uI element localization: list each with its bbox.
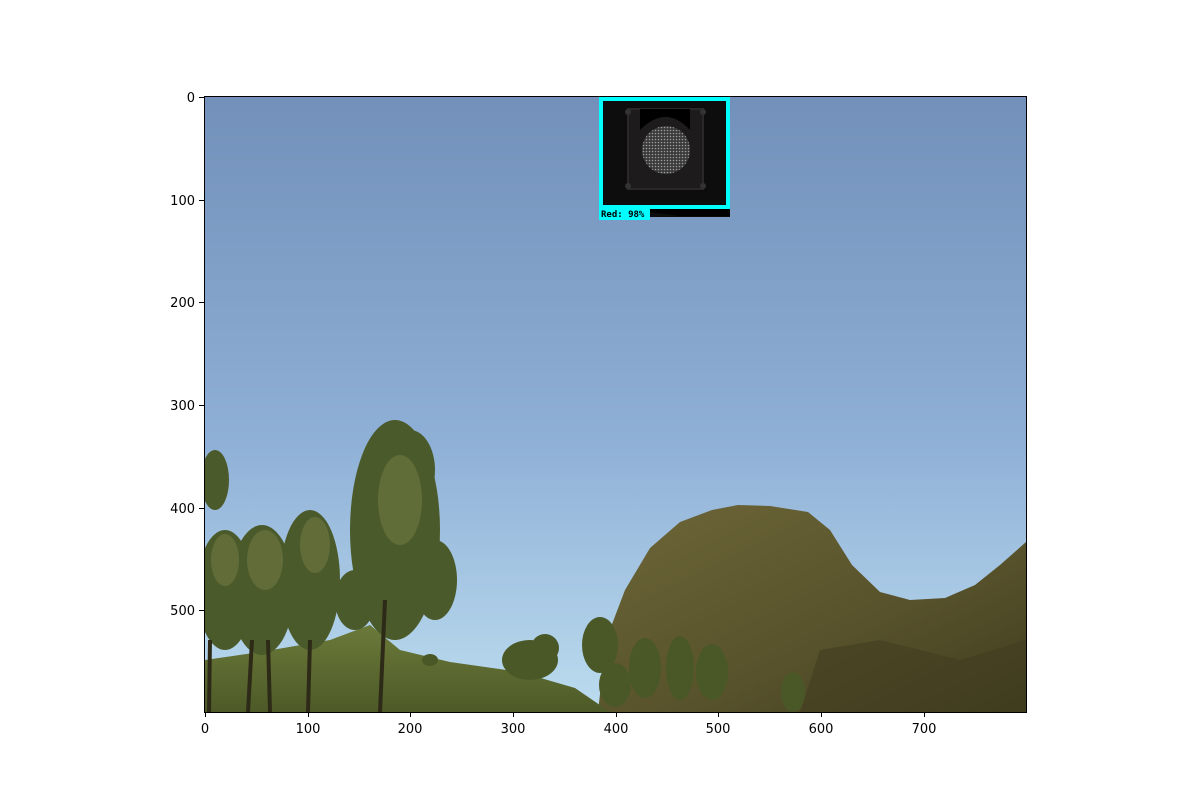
x-tick-label: 400 — [604, 722, 629, 737]
x-tick-label: 100 — [296, 722, 321, 737]
detection-label: Red: 98% — [601, 210, 645, 220]
x-tick-label: 500 — [706, 722, 731, 737]
y-tick-label: 300 — [170, 399, 195, 414]
x-axis: 0 100 200 300 400 500 600 700 — [201, 712, 937, 737]
y-tick-label: 200 — [170, 296, 195, 311]
x-tick-label: 200 — [398, 722, 423, 737]
figure: Red: 98% 0 100 200 300 400 500 600 700 0… — [170, 91, 1027, 737]
x-tick-label: 600 — [809, 722, 834, 737]
red-lamp — [642, 126, 690, 174]
traffic-light — [600, 99, 730, 217]
y-axis: 0 100 200 300 400 500 — [170, 91, 204, 619]
camera-image: Red: 98% — [205, 97, 1026, 712]
y-tick-label: 100 — [170, 194, 195, 209]
y-tick-label: 400 — [170, 502, 195, 517]
x-tick-label: 0 — [201, 722, 209, 737]
y-tick-label: 0 — [187, 91, 195, 106]
y-tick-label: 500 — [170, 604, 195, 619]
x-tick-label: 700 — [912, 722, 937, 737]
x-tick-label: 300 — [501, 722, 526, 737]
hill-shadow — [800, 640, 1026, 712]
